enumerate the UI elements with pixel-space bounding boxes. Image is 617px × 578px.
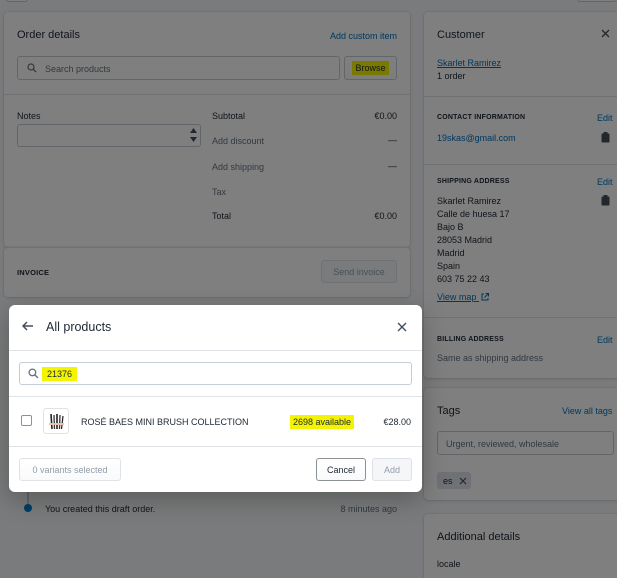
product-availability: 2698 available: [290, 415, 355, 429]
cancel-button-label: Cancel: [326, 464, 355, 475]
modal-header-divider: [9, 350, 422, 351]
brush-set-thumbnail: [43, 408, 69, 434]
product-name: ROSÉ BAES MINI BRUSH COLLECTION: [81, 417, 249, 427]
back-arrow-icon[interactable]: [22, 321, 34, 331]
modal-title: All products: [46, 320, 112, 334]
add-button-label: Add: [383, 464, 400, 475]
search-icon: [28, 368, 39, 379]
product-checkbox[interactable]: [21, 415, 32, 426]
modal-footer-divider: [9, 446, 422, 447]
variants-selected-label: 0 variants selected: [32, 464, 108, 475]
add-button[interactable]: Add: [372, 458, 412, 481]
product-price: €28.00: [383, 417, 411, 427]
close-icon[interactable]: [397, 322, 407, 332]
modal-search-input[interactable]: 21376: [19, 362, 412, 385]
all-products-modal: All products 21376 ROSÉ BAES MINI BRUSH …: [9, 305, 422, 492]
product-row[interactable]: ROSÉ BAES MINI BRUSH COLLECTION 2698 ava…: [9, 397, 422, 445]
cancel-button[interactable]: Cancel: [316, 458, 366, 481]
variants-selected-button[interactable]: 0 variants selected: [19, 458, 121, 481]
modal-search-value: 21376: [42, 367, 78, 381]
